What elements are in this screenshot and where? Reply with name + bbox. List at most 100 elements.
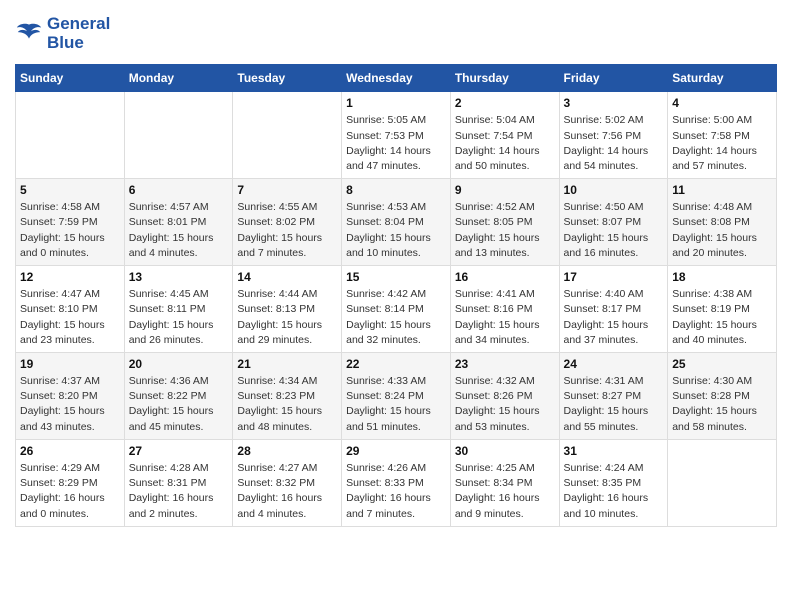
- calendar-cell: 7 Sunrise: 4:55 AM Sunset: 8:02 PM Daylig…: [233, 179, 342, 266]
- calendar-week-row: 1 Sunrise: 5:05 AM Sunset: 7:53 PM Daylig…: [16, 92, 777, 179]
- day-info: Sunrise: 4:28 AM Sunset: 8:31 PM Dayligh…: [129, 461, 229, 522]
- day-info: Sunrise: 4:32 AM Sunset: 8:26 PM Dayligh…: [455, 374, 555, 435]
- day-info: Sunrise: 5:05 AM Sunset: 7:53 PM Dayligh…: [346, 113, 446, 174]
- calendar-cell: 17 Sunrise: 4:40 AM Sunset: 8:17 PM Dayli…: [559, 266, 668, 353]
- day-number: 20: [129, 357, 229, 371]
- calendar-day-header: Thursday: [450, 65, 559, 92]
- day-info: Sunrise: 4:41 AM Sunset: 8:16 PM Dayligh…: [455, 287, 555, 348]
- day-number: 5: [20, 183, 120, 197]
- calendar-cell: 2 Sunrise: 5:04 AM Sunset: 7:54 PM Daylig…: [450, 92, 559, 179]
- day-number: 19: [20, 357, 120, 371]
- calendar-cell: 25 Sunrise: 4:30 AM Sunset: 8:28 PM Dayli…: [668, 353, 777, 440]
- calendar-cell: 6 Sunrise: 4:57 AM Sunset: 8:01 PM Daylig…: [124, 179, 233, 266]
- calendar-cell: 30 Sunrise: 4:25 AM Sunset: 8:34 PM Dayli…: [450, 439, 559, 526]
- day-number: 21: [237, 357, 337, 371]
- calendar-cell: 19Sunrise: 4:37 AM Sunset: 8:20 PM Dayli…: [16, 353, 125, 440]
- calendar-cell: 10 Sunrise: 4:50 AM Sunset: 8:07 PM Dayli…: [559, 179, 668, 266]
- day-info: Sunrise: 4:36 AM Sunset: 8:22 PM Dayligh…: [129, 374, 229, 435]
- calendar-cell: 26 Sunrise: 4:29 AM Sunset: 8:29 PM Dayli…: [16, 439, 125, 526]
- calendar-cell: 14Sunrise: 4:44 AM Sunset: 8:13 PM Dayli…: [233, 266, 342, 353]
- day-info: Sunrise: 4:53 AM Sunset: 8:04 PM Dayligh…: [346, 200, 446, 261]
- day-info: Sunrise: 4:45 AM Sunset: 8:11 PM Dayligh…: [129, 287, 229, 348]
- calendar-week-row: 5Sunrise: 4:58 AM Sunset: 7:59 PM Daylig…: [16, 179, 777, 266]
- day-number: 9: [455, 183, 555, 197]
- calendar-cell: 15Sunrise: 4:42 AM Sunset: 8:14 PM Dayli…: [342, 266, 451, 353]
- calendar-cell: [124, 92, 233, 179]
- calendar-cell: 27 Sunrise: 4:28 AM Sunset: 8:31 PM Dayli…: [124, 439, 233, 526]
- calendar-cell: 3 Sunrise: 5:02 AM Sunset: 7:56 PM Daylig…: [559, 92, 668, 179]
- day-info: Sunrise: 4:40 AM Sunset: 8:17 PM Dayligh…: [564, 287, 664, 348]
- day-number: 4: [672, 96, 772, 110]
- day-number: 3: [564, 96, 664, 110]
- day-info: Sunrise: 4:27 AM Sunset: 8:32 PM Dayligh…: [237, 461, 337, 522]
- day-number: 1: [346, 96, 446, 110]
- day-number: 22: [346, 357, 446, 371]
- calendar-cell: [668, 439, 777, 526]
- day-info: Sunrise: 5:02 AM Sunset: 7:56 PM Dayligh…: [564, 113, 664, 174]
- day-info: Sunrise: 4:47 AM Sunset: 8:10 PM Dayligh…: [20, 287, 120, 348]
- day-info: Sunrise: 4:52 AM Sunset: 8:05 PM Dayligh…: [455, 200, 555, 261]
- calendar-cell: 12 Sunrise: 4:47 AM Sunset: 8:10 PM Dayli…: [16, 266, 125, 353]
- calendar-day-header: Monday: [124, 65, 233, 92]
- day-info: Sunrise: 4:55 AM Sunset: 8:02 PM Dayligh…: [237, 200, 337, 261]
- calendar-cell: [16, 92, 125, 179]
- logo-text: General Blue: [47, 15, 110, 52]
- day-number: 8: [346, 183, 446, 197]
- day-info: Sunrise: 5:04 AM Sunset: 7:54 PM Dayligh…: [455, 113, 555, 174]
- day-number: 30: [455, 444, 555, 458]
- day-number: 11: [672, 183, 772, 197]
- day-number: 26: [20, 444, 120, 458]
- day-number: 12: [20, 270, 120, 284]
- day-number: 10: [564, 183, 664, 197]
- day-number: 17: [564, 270, 664, 284]
- day-info: Sunrise: 4:31 AM Sunset: 8:27 PM Dayligh…: [564, 374, 664, 435]
- calendar-cell: 24Sunrise: 4:31 AM Sunset: 8:27 PM Dayli…: [559, 353, 668, 440]
- calendar-week-row: 26 Sunrise: 4:29 AM Sunset: 8:29 PM Dayli…: [16, 439, 777, 526]
- day-number: 31: [564, 444, 664, 458]
- day-info: Sunrise: 4:33 AM Sunset: 8:24 PM Dayligh…: [346, 374, 446, 435]
- calendar-day-header: Tuesday: [233, 65, 342, 92]
- day-info: Sunrise: 4:24 AM Sunset: 8:35 PM Dayligh…: [564, 461, 664, 522]
- calendar-cell: 21 Sunrise: 4:34 AM Sunset: 8:23 PM Dayli…: [233, 353, 342, 440]
- calendar-cell: 28 Sunrise: 4:27 AM Sunset: 8:32 PM Dayli…: [233, 439, 342, 526]
- day-info: Sunrise: 4:26 AM Sunset: 8:33 PM Dayligh…: [346, 461, 446, 522]
- calendar-cell: 13 Sunrise: 4:45 AM Sunset: 8:11 PM Dayli…: [124, 266, 233, 353]
- calendar-day-header: Saturday: [668, 65, 777, 92]
- calendar-day-header: Wednesday: [342, 65, 451, 92]
- calendar-cell: 20 Sunrise: 4:36 AM Sunset: 8:22 PM Dayli…: [124, 353, 233, 440]
- day-info: Sunrise: 4:44 AM Sunset: 8:13 PM Dayligh…: [237, 287, 337, 348]
- page-header: General Blue: [15, 15, 777, 52]
- day-info: Sunrise: 4:30 AM Sunset: 8:28 PM Dayligh…: [672, 374, 772, 435]
- day-number: 6: [129, 183, 229, 197]
- day-number: 15: [346, 270, 446, 284]
- calendar-cell: 11 Sunrise: 4:48 AM Sunset: 8:08 PM Dayli…: [668, 179, 777, 266]
- calendar-table: SundayMondayTuesdayWednesdayThursdayFrid…: [15, 64, 777, 526]
- day-number: 7: [237, 183, 337, 197]
- calendar-week-row: 19Sunrise: 4:37 AM Sunset: 8:20 PM Dayli…: [16, 353, 777, 440]
- calendar-cell: 1 Sunrise: 5:05 AM Sunset: 7:53 PM Daylig…: [342, 92, 451, 179]
- day-number: 28: [237, 444, 337, 458]
- day-info: Sunrise: 5:00 AM Sunset: 7:58 PM Dayligh…: [672, 113, 772, 174]
- calendar-week-row: 12 Sunrise: 4:47 AM Sunset: 8:10 PM Dayli…: [16, 266, 777, 353]
- calendar-cell: 18 Sunrise: 4:38 AM Sunset: 8:19 PM Dayli…: [668, 266, 777, 353]
- day-info: Sunrise: 4:29 AM Sunset: 8:29 PM Dayligh…: [20, 461, 120, 522]
- day-number: 18: [672, 270, 772, 284]
- day-number: 13: [129, 270, 229, 284]
- day-info: Sunrise: 4:57 AM Sunset: 8:01 PM Dayligh…: [129, 200, 229, 261]
- day-number: 27: [129, 444, 229, 458]
- calendar-cell: 29Sunrise: 4:26 AM Sunset: 8:33 PM Dayli…: [342, 439, 451, 526]
- day-info: Sunrise: 4:25 AM Sunset: 8:34 PM Dayligh…: [455, 461, 555, 522]
- calendar-cell: 4 Sunrise: 5:00 AM Sunset: 7:58 PM Daylig…: [668, 92, 777, 179]
- calendar-cell: [233, 92, 342, 179]
- logo-icon: [15, 20, 43, 48]
- calendar-header-row: SundayMondayTuesdayWednesdayThursdayFrid…: [16, 65, 777, 92]
- day-info: Sunrise: 4:34 AM Sunset: 8:23 PM Dayligh…: [237, 374, 337, 435]
- day-number: 2: [455, 96, 555, 110]
- day-info: Sunrise: 4:38 AM Sunset: 8:19 PM Dayligh…: [672, 287, 772, 348]
- day-number: 25: [672, 357, 772, 371]
- day-info: Sunrise: 4:50 AM Sunset: 8:07 PM Dayligh…: [564, 200, 664, 261]
- calendar-cell: 16Sunrise: 4:41 AM Sunset: 8:16 PM Dayli…: [450, 266, 559, 353]
- day-number: 23: [455, 357, 555, 371]
- day-info: Sunrise: 4:48 AM Sunset: 8:08 PM Dayligh…: [672, 200, 772, 261]
- calendar-cell: 8 Sunrise: 4:53 AM Sunset: 8:04 PM Daylig…: [342, 179, 451, 266]
